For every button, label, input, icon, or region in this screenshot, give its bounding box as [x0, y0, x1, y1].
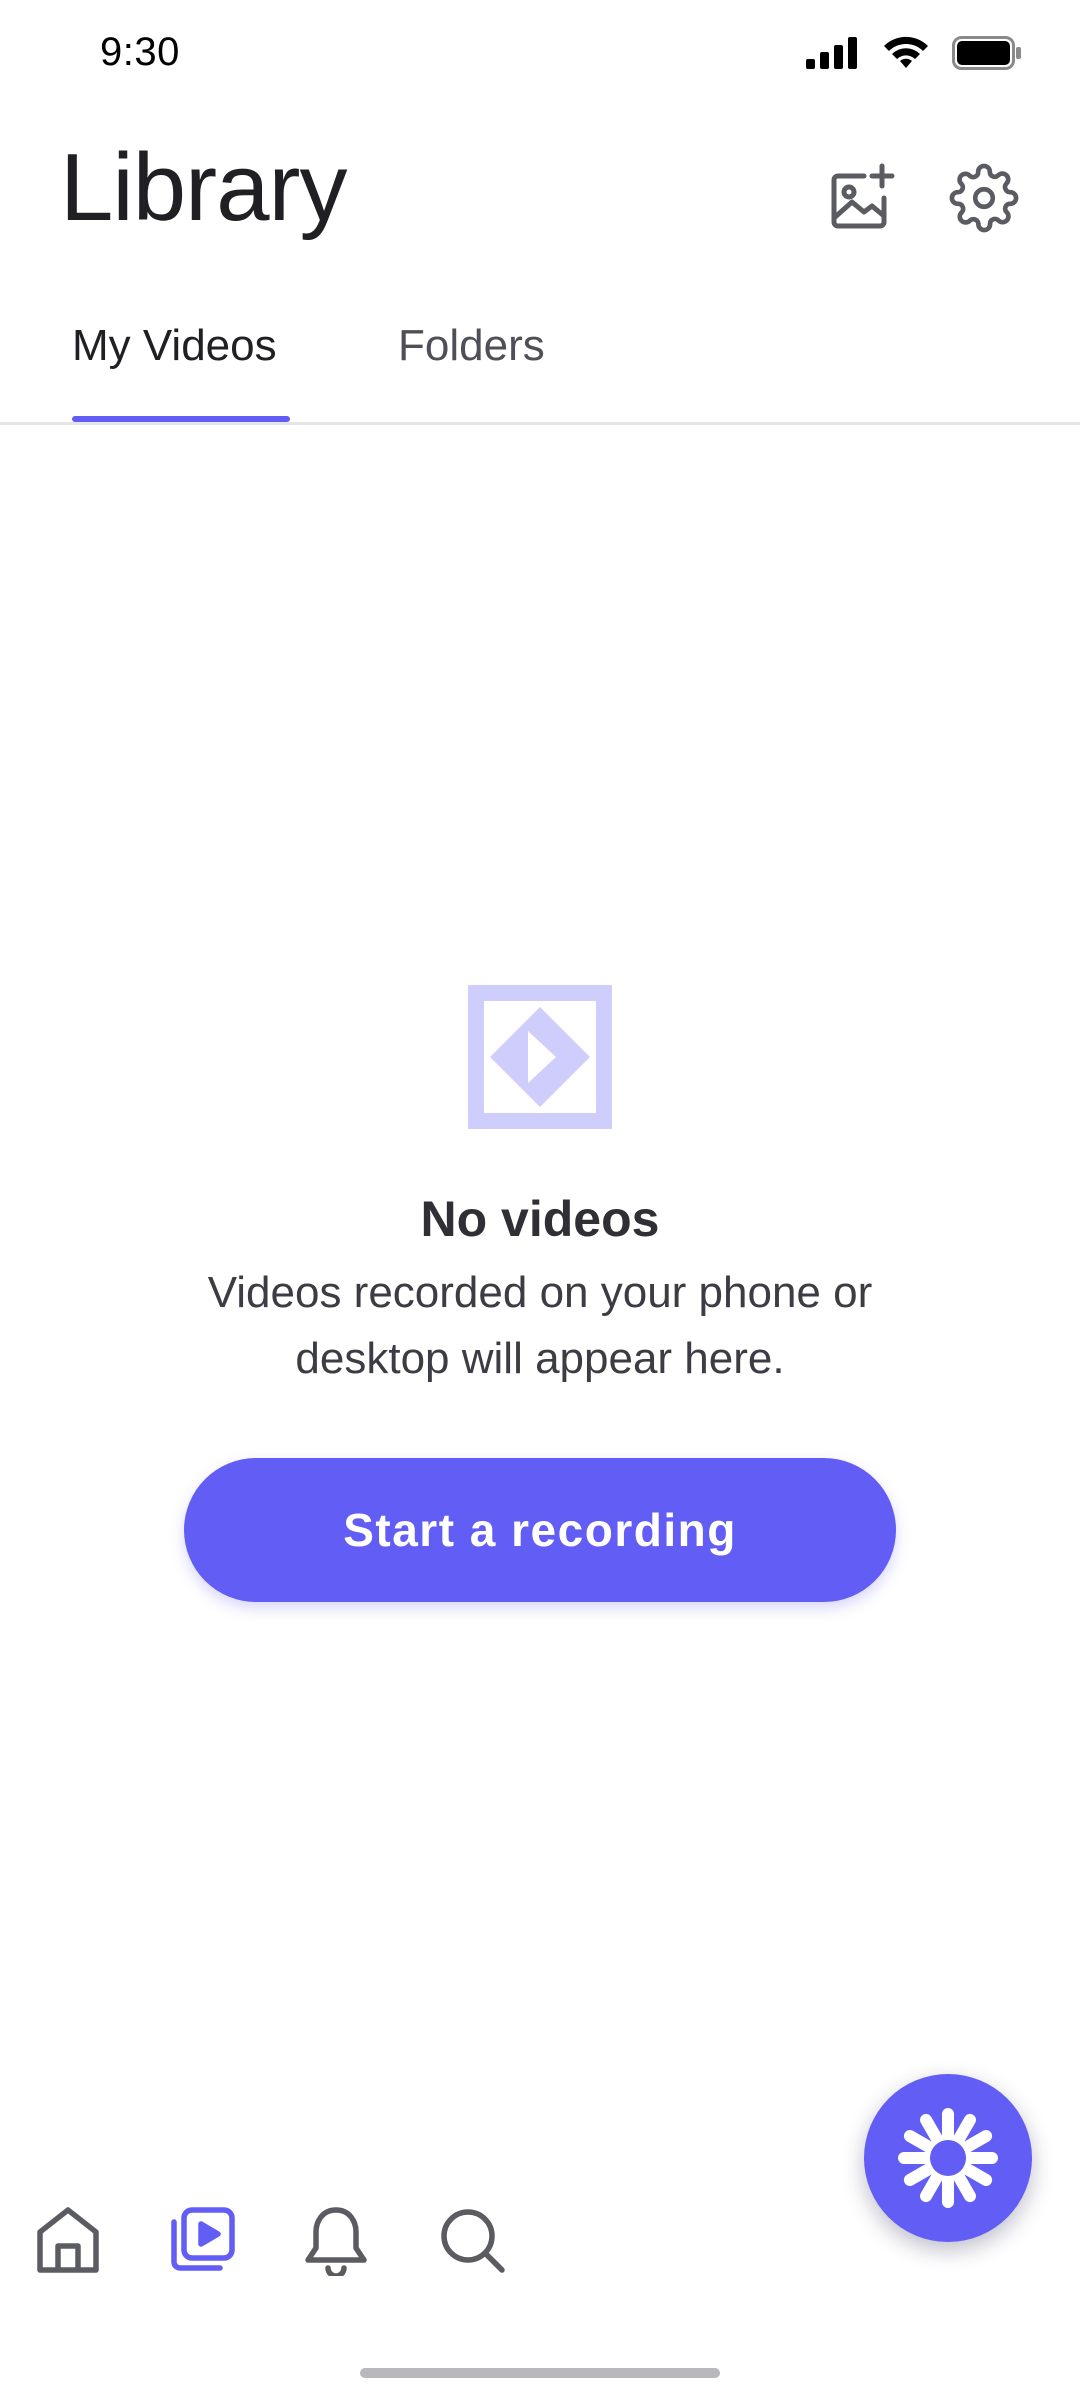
- nav-library-button[interactable]: [162, 2200, 242, 2280]
- page-title: Library: [60, 134, 347, 241]
- tab-folders[interactable]: Folders: [398, 324, 545, 368]
- image-plus-icon: [831, 163, 895, 229]
- active-tab-indicator: [72, 416, 290, 422]
- status-bar: 9:30: [0, 0, 1080, 110]
- gear-icon: [949, 163, 1019, 233]
- sparkle-burst-icon: [898, 2108, 998, 2208]
- tab-my-videos[interactable]: My Videos: [72, 324, 277, 368]
- cellular-signal-icon: [806, 37, 857, 69]
- start-recording-button[interactable]: Start a recording: [184, 1458, 896, 1602]
- video-placeholder-icon: [468, 985, 612, 1129]
- bottom-navigation: [0, 2190, 800, 2300]
- video-library-icon: [171, 2207, 235, 2271]
- record-fab-button[interactable]: [864, 2074, 1032, 2242]
- settings-button[interactable]: [944, 158, 1024, 238]
- nav-search-button[interactable]: [432, 2200, 512, 2280]
- wifi-icon: [884, 36, 928, 68]
- nav-notifications-button[interactable]: [296, 2200, 376, 2280]
- home-icon: [37, 2207, 99, 2273]
- status-time: 9:30: [100, 30, 180, 74]
- status-icons: [806, 36, 1022, 70]
- home-indicator[interactable]: [360, 2368, 720, 2378]
- empty-state-description: Videos recorded on your phone or desktop…: [207, 1268, 873, 1383]
- nav-home-button[interactable]: [28, 2200, 108, 2280]
- tab-bar: My Videos Folders: [0, 300, 1080, 425]
- empty-state-title: No videos: [420, 1191, 660, 1247]
- battery-icon: [952, 36, 1021, 70]
- add-media-button[interactable]: [822, 158, 902, 238]
- bell-icon: [305, 2207, 367, 2276]
- search-icon: [441, 2209, 505, 2273]
